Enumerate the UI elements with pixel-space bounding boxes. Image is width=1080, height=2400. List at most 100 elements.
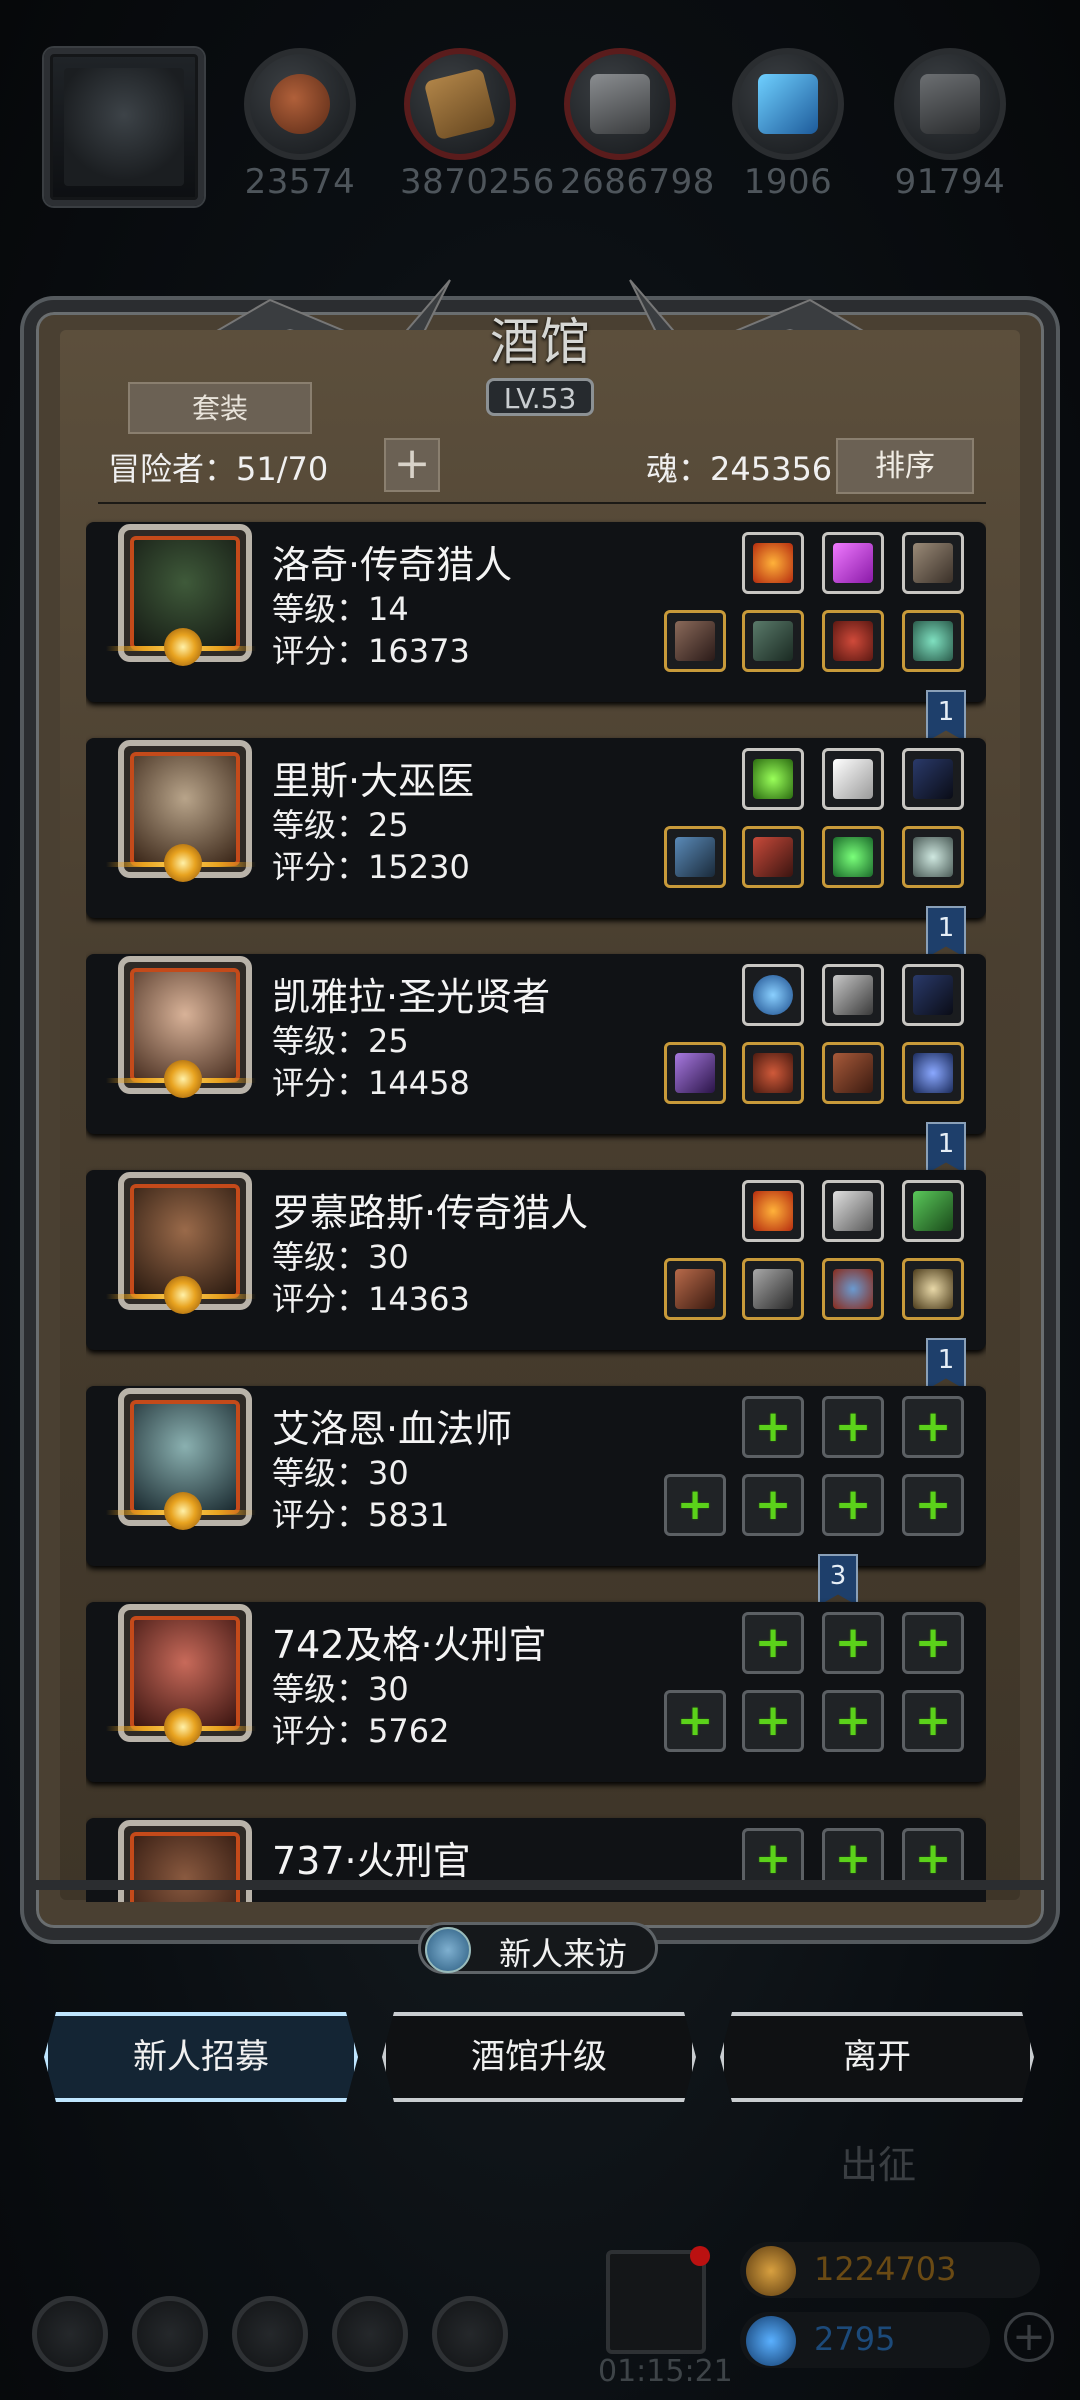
ring-icon[interactable]: [902, 826, 964, 888]
resource-value: 2686798: [560, 162, 715, 202]
tavern-upgrade-button[interactable]: 酒馆升级: [382, 2012, 696, 2102]
star-icon[interactable]: [132, 2296, 208, 2372]
add-equipment-icon[interactable]: +: [822, 1612, 884, 1674]
green-gem-icon[interactable]: [822, 826, 884, 888]
fire-orb-icon[interactable]: [742, 532, 804, 594]
resource-value: 3870256: [400, 162, 555, 202]
guild-icon[interactable]: [232, 2296, 308, 2372]
hero-score: 评分：5831: [272, 1496, 450, 1534]
hero-level: 等级：30: [272, 1454, 409, 1492]
hero-card[interactable]: 742及格·火刑官 等级：30 评分：5762 + + + + + + +: [86, 1602, 986, 1782]
add-equipment-icon[interactable]: +: [822, 1396, 884, 1458]
add-equipment-icon[interactable]: +: [742, 1690, 804, 1752]
add-equipment-icon[interactable]: +: [902, 1612, 964, 1674]
suit-button[interactable]: 套装: [128, 382, 312, 434]
recruit-button[interactable]: 新人招募: [44, 2012, 358, 2102]
gauntlet-icon[interactable]: [822, 1258, 884, 1320]
dark-scythe-icon[interactable]: [902, 748, 964, 810]
panel-title-plate: 酒馆: [430, 290, 650, 380]
hero-score: 评分：5762: [272, 1712, 450, 1750]
robe-icon[interactable]: [742, 826, 804, 888]
ring-icon[interactable]: [902, 610, 964, 672]
hero-card[interactable]: 艾洛恩·血法师 等级：30 评分：5831 + + + + + + +: [86, 1386, 986, 1566]
add-equipment-icon[interactable]: +: [742, 1474, 804, 1536]
dragon-portrait-icon: [64, 68, 184, 186]
add-equipment-icon[interactable]: +: [664, 1474, 726, 1536]
new-visitor-label: 新人来访: [499, 1935, 628, 1973]
expedition-label[interactable]: 出征: [840, 2134, 916, 2189]
gift-icon[interactable]: [606, 2246, 710, 2354]
resource-value: 1906: [743, 162, 833, 202]
rank-flag: 1: [926, 906, 966, 958]
hero-card[interactable]: 罗慕路斯·传奇猎人 等级：30 评分：14363: [86, 1170, 986, 1350]
blue-orb-icon[interactable]: [742, 964, 804, 1026]
tavern-level: LV.53: [486, 378, 594, 416]
ore-icon: [894, 48, 1006, 160]
green-flask-icon[interactable]: [742, 748, 804, 810]
chest-armor-icon[interactable]: [742, 1042, 804, 1104]
add-equipment-icon[interactable]: +: [822, 1690, 884, 1752]
add-equipment-icon[interactable]: +: [664, 1690, 726, 1752]
add-equipment-icon[interactable]: +: [902, 1690, 964, 1752]
staff-icon[interactable]: [664, 826, 726, 888]
shop-icon[interactable]: [432, 2296, 508, 2372]
leave-button[interactable]: 离开: [720, 2012, 1034, 2102]
hero-level: 等级：30: [272, 1238, 409, 1276]
add-equipment-icon[interactable]: +: [902, 1474, 964, 1536]
green-scroll-icon[interactable]: [902, 1180, 964, 1242]
resource-wood[interactable]: 3870256: [400, 48, 555, 202]
hero-card[interactable]: 里斯·大巫医 等级：25 评分：15230: [86, 738, 986, 918]
add-equipment-icon[interactable]: +: [742, 1396, 804, 1458]
emblem-icon[interactable]: [822, 964, 884, 1026]
resource-iron[interactable]: 2686798: [560, 48, 715, 202]
feather-icon[interactable]: [902, 532, 964, 594]
wood-icon: [404, 48, 516, 160]
add-adventurer-slot-button[interactable]: +: [384, 438, 440, 492]
player-avatar[interactable]: [44, 48, 204, 206]
star-badge-icon: [106, 1706, 256, 1750]
new-visitor-button[interactable]: 新人来访: [418, 1922, 658, 1974]
hero-name: 742及格·火刑官: [272, 1623, 547, 1667]
scepter-icon[interactable]: [664, 1042, 726, 1104]
resource-leather[interactable]: 23574: [240, 48, 360, 202]
gem-counter: 2795: [740, 2312, 990, 2368]
resource-value: 23574: [244, 162, 356, 202]
hero-card[interactable]: 凯雅拉·圣光贤者 等级：25 评分：14458: [86, 954, 986, 1134]
mail-icon[interactable]: [332, 2296, 408, 2372]
clock-icon: [425, 1927, 471, 1973]
fire-orb-icon[interactable]: [742, 1180, 804, 1242]
rank-flag: 3: [818, 1554, 858, 1606]
amulet-icon[interactable]: [902, 1042, 964, 1104]
armor-icon[interactable]: [742, 610, 804, 672]
hero-level: 等级：14: [272, 590, 409, 628]
add-currency-button[interactable]: +: [1004, 2312, 1054, 2362]
rifle-icon[interactable]: [664, 1258, 726, 1320]
resource-value: 91794: [894, 162, 1006, 202]
white-wing-icon[interactable]: [822, 748, 884, 810]
hero-card[interactable]: 洛奇·传奇猎人 等级：14 评分：16373: [86, 522, 986, 702]
armor-icon[interactable]: [742, 1258, 804, 1320]
hero-name: 艾洛恩·血法师: [272, 1407, 513, 1451]
hero-score: 评分：16373: [272, 632, 470, 670]
hero-list[interactable]: 洛奇·传奇猎人 等级：14 评分：16373 1 里斯·大巫医 等级：25 评分…: [86, 518, 986, 1902]
helmet-icon[interactable]: [822, 610, 884, 672]
add-equipment-icon[interactable]: +: [742, 1612, 804, 1674]
resource-crystal[interactable]: 1906: [728, 48, 848, 202]
gift-timer: 01:15:21: [598, 2354, 733, 2389]
add-equipment-icon[interactable]: +: [902, 1396, 964, 1458]
rank-flag: 1: [926, 1122, 966, 1174]
gem-value: 2795: [814, 2320, 896, 2358]
tome-icon[interactable]: [822, 1042, 884, 1104]
star-badge-icon: [106, 626, 256, 670]
crossbow-icon[interactable]: [664, 610, 726, 672]
dark-scythe-icon[interactable]: [902, 964, 964, 1026]
purple-gem-icon[interactable]: [822, 532, 884, 594]
sort-button[interactable]: 排序: [836, 438, 974, 494]
ring-icon[interactable]: [902, 1258, 964, 1320]
dagger-icon[interactable]: [822, 1180, 884, 1242]
adventurer-count: 冒险者：51/70: [108, 450, 329, 488]
resource-ore[interactable]: 91794: [890, 48, 1010, 202]
settings-icon[interactable]: [32, 2296, 108, 2372]
add-equipment-icon[interactable]: +: [822, 1474, 884, 1536]
star-badge-icon: [106, 1490, 256, 1534]
